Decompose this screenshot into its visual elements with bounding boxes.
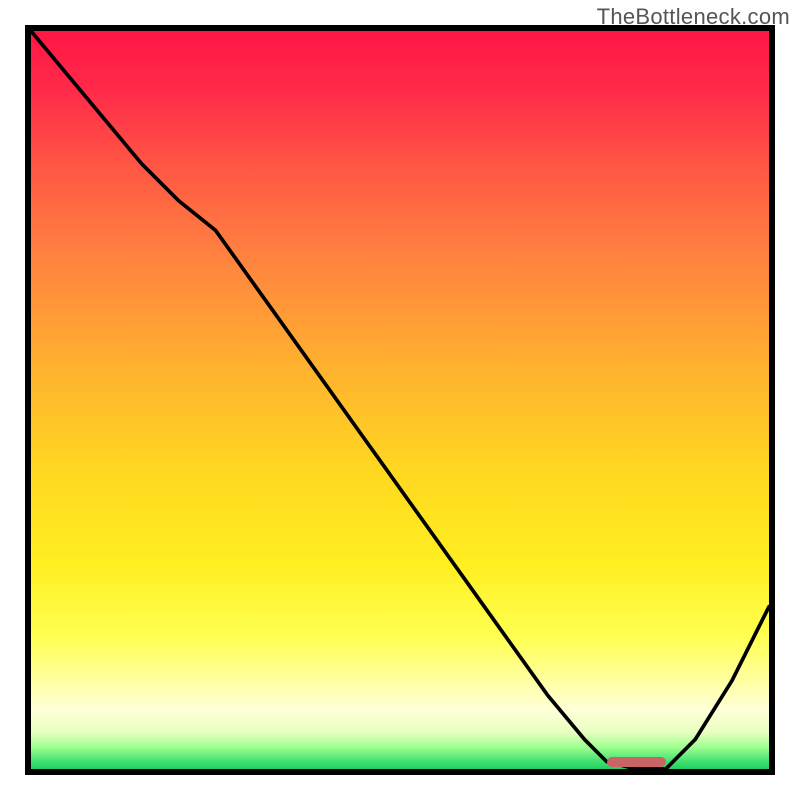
line-curve — [31, 31, 769, 769]
chart-container: TheBottleneck.com — [0, 0, 800, 800]
chart-frame — [25, 25, 775, 775]
optimal-range-marker — [607, 757, 666, 767]
